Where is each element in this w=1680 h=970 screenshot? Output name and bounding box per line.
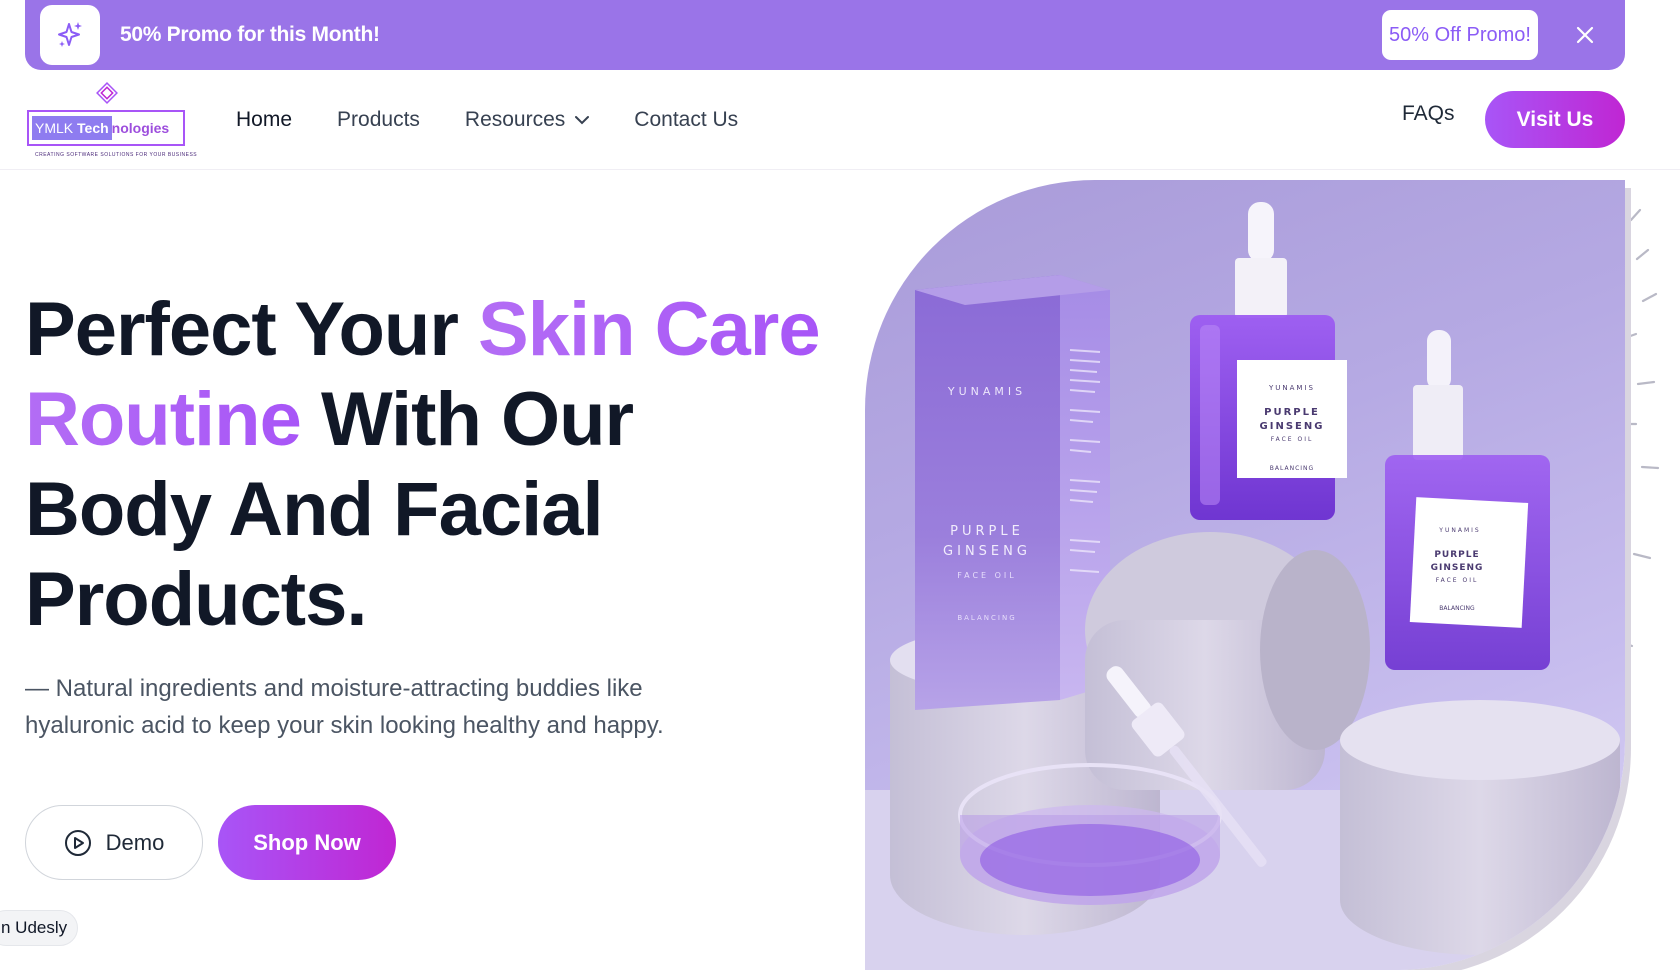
nav-link-products[interactable]: Products: [337, 108, 420, 132]
nav-link-resources[interactable]: Resources: [464, 108, 590, 132]
svg-text:FACE OIL: FACE OIL: [1436, 577, 1479, 584]
logo-brand-rest: nologies: [111, 120, 170, 136]
promo-text: 50% Promo for this Month!: [120, 23, 380, 46]
sparkle-icon: [40, 5, 100, 65]
logo-mark-icon: [96, 82, 118, 104]
faqs-link[interactable]: FAQs: [1402, 102, 1455, 126]
headline-accent: Routine: [25, 377, 302, 462]
nav-links: Home Products Resources Contact Us: [236, 70, 783, 170]
svg-text:YUNAMIS: YUNAMIS: [1438, 527, 1480, 534]
bottle-name-1: PURPLE: [1264, 407, 1320, 418]
demo-button-label: Demo: [105, 829, 165, 855]
bottle-type: FACE OIL: [1271, 436, 1314, 443]
udesly-badge[interactable]: n Udesly: [0, 910, 79, 946]
bottle-brand: YUNAMIS: [1268, 384, 1315, 392]
logo-brand-bold: Tech: [77, 120, 109, 136]
logo[interactable]: YMLK Tech nologies CREATING SOFTWARE SOLU…: [27, 82, 197, 158]
promo-banner: 50% Promo for this Month! 50% Off Promo!: [25, 0, 1625, 70]
product-scene: YUNAMIS PURPLE GINSENG FACE OIL BALANCIN…: [865, 202, 1625, 970]
nav-link-contact[interactable]: Contact Us: [634, 108, 738, 132]
logo-tagline: CREATING SOFTWARE SOLUTIONS FOR YOUR BUS…: [35, 152, 198, 158]
nav-link-home[interactable]: Home: [236, 108, 292, 132]
close-icon[interactable]: [1573, 23, 1597, 47]
svg-text:BALANCING: BALANCING: [1439, 605, 1475, 612]
hero-subtext: — Natural ingredients and moisture-attra…: [25, 675, 664, 739]
svg-text:PURPLE: PURPLE: [1434, 550, 1479, 560]
headline-part: Perfect Your: [25, 287, 479, 372]
main-nav: YMLK Tech nologies CREATING SOFTWARE SOLU…: [0, 70, 1680, 170]
headline-part: With Our: [300, 377, 634, 462]
logo-brand-plain: YMLK: [35, 120, 78, 136]
chevron-down-icon: [575, 115, 590, 125]
logo-wordmark: YMLK Tech nologies: [27, 110, 185, 146]
headline-part: Body And Facial: [25, 467, 604, 552]
page: 50% Promo for this Month! 50% Off Promo!…: [0, 0, 1680, 970]
box-name-1: PURPLE: [950, 524, 1024, 539]
box-name-2: GINSENG: [943, 544, 1031, 559]
headline-part: Products.: [25, 557, 367, 642]
logo-highlight: YMLK Tech: [32, 116, 112, 140]
play-icon: [64, 829, 92, 857]
hero-product-image: YUNAMIS PURPLE GINSENG FACE OIL BALANCIN…: [865, 180, 1625, 970]
bottle-name-2: GINSENG: [1260, 421, 1325, 432]
demo-button[interactable]: Demo: [25, 805, 203, 880]
box-brand: YUNAMIS: [947, 385, 1026, 398]
nav-link-resources-label: Resources: [464, 108, 566, 131]
visit-us-button[interactable]: Visit Us: [1485, 91, 1625, 148]
headline-accent: Skin Care: [478, 287, 821, 372]
svg-text:GINSENG: GINSENG: [1431, 563, 1484, 573]
bottle-variant: BALANCING: [1270, 465, 1314, 472]
box-type: FACE OIL: [957, 571, 1017, 580]
hero-headline: Perfect Your Skin Care Routine With Our …: [25, 285, 825, 645]
promo-button[interactable]: 50% Off Promo!: [1382, 10, 1538, 60]
box-variant: BALANCING: [957, 614, 1016, 622]
shop-now-button[interactable]: Shop Now: [218, 805, 396, 880]
